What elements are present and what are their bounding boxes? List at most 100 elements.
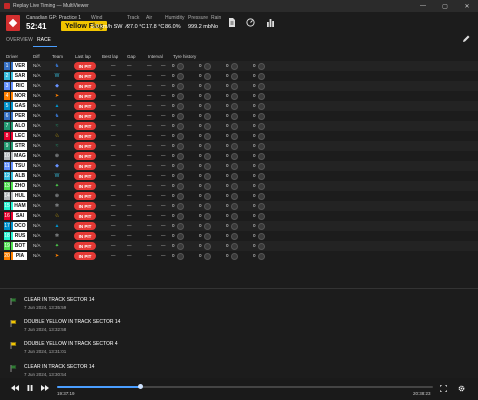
tyre-compound-icon xyxy=(177,172,184,180)
table-row[interactable]: 14 HUL N/A ⊛ IN PIT — — — — 0 0 0 0 xyxy=(0,191,478,201)
tyre-laps: 0 xyxy=(172,223,175,228)
table-row[interactable]: 20 PIA N/A ➤ IN PIT — — — — 0 0 0 0 xyxy=(0,251,478,261)
view-tabs: OVERVIEW RACE xyxy=(0,34,478,48)
document-icon[interactable] xyxy=(227,17,237,27)
tyre-laps: 0 xyxy=(253,133,256,138)
tyre-compound-icon xyxy=(204,242,211,250)
tyre-laps: 0 xyxy=(172,233,175,238)
tyre-laps: 0 xyxy=(172,143,175,148)
pause-button[interactable] xyxy=(27,385,33,393)
message-text: DOUBLE YELLOW IN TRACK SECTOR 14 xyxy=(24,319,121,325)
last-lap-value: — xyxy=(111,213,116,218)
tyre-laps: 0 xyxy=(172,173,175,178)
race-control-message: CLEAR IN TRACK SECTOR 14 7 Jun 2024, 13:… xyxy=(10,297,450,319)
tyre-laps: 0 xyxy=(226,83,229,88)
tyre-laps: 0 xyxy=(199,143,202,148)
track-label: Track xyxy=(127,15,140,21)
table-row[interactable]: 19 BOT N/A ✦ IN PIT — — — — 0 0 0 0 xyxy=(0,241,478,251)
timeline-thumb[interactable] xyxy=(137,384,143,389)
rain-value: No xyxy=(211,24,219,30)
table-row[interactable]: 7 ALO N/A ≈ IN PIT — — — — 0 0 0 0 xyxy=(0,121,478,131)
driver-position: 15 xyxy=(4,202,10,210)
tyre-laps: 0 xyxy=(253,173,256,178)
minimize-button[interactable]: — xyxy=(412,0,434,12)
close-button[interactable]: ✕ xyxy=(456,0,478,12)
table-row[interactable]: 8 LEC N/A ♘ IN PIT — — — — 0 0 0 0 xyxy=(0,131,478,141)
gap-value: — xyxy=(147,103,152,108)
pressure-value: 999.2 mb xyxy=(188,24,211,30)
tab-overview[interactable]: OVERVIEW xyxy=(6,37,33,43)
maximize-button[interactable]: ▢ xyxy=(434,0,456,12)
driver-code: RIC xyxy=(11,82,27,90)
table-row[interactable]: 5 GAS N/A ▲ IN PIT — — — — 0 0 0 0 xyxy=(0,101,478,111)
tyre-compound-icon xyxy=(204,82,211,90)
last-lap-value: — xyxy=(111,253,116,258)
table-row[interactable]: 12 ALB N/A W IN PIT — — — — 0 0 0 0 xyxy=(0,171,478,181)
last-lap-value: — xyxy=(111,243,116,248)
tyre-laps: 0 xyxy=(172,193,175,198)
gap-value: — xyxy=(147,83,152,88)
tyre-laps: 0 xyxy=(226,233,229,238)
tyre-laps: 0 xyxy=(172,183,175,188)
timing-table: Driver Diff Team Last lap Best lap Gap I… xyxy=(0,50,478,261)
in-pit-badge: IN PIT xyxy=(74,132,96,140)
gap-value: — xyxy=(147,173,152,178)
tyre-laps: 0 xyxy=(253,123,256,128)
flag-icon xyxy=(10,365,17,372)
driver-code: ALB xyxy=(11,172,27,180)
edit-icon[interactable] xyxy=(462,35,470,45)
tyre-compound-icon xyxy=(231,162,238,170)
tyre-laps: 0 xyxy=(199,73,202,78)
tyre-laps: 0 xyxy=(226,223,229,228)
wind-value: 5.0 km/h SW ↗ xyxy=(91,24,129,30)
table-row[interactable]: 9 STR N/A ≈ IN PIT — — — — 0 0 0 0 xyxy=(0,141,478,151)
diff-value: N/A xyxy=(33,63,41,68)
table-row[interactable]: 11 TSU N/A ◆ IN PIT — — — — 0 0 0 0 xyxy=(0,161,478,171)
tyre-laps: 0 xyxy=(172,103,175,108)
table-row[interactable]: 17 OCO N/A ▲ IN PIT — — — — 0 0 0 0 xyxy=(0,221,478,231)
table-row[interactable]: 18 RUS N/A ✲ IN PIT — — — — 0 0 0 0 xyxy=(0,231,478,241)
table-row[interactable]: 13 ZHO N/A ✦ IN PIT — — — — 0 0 0 0 xyxy=(0,181,478,191)
fast-forward-button[interactable] xyxy=(41,385,49,393)
table-row[interactable]: 1 VER N/A ♞ IN PIT — — — — 0 0 0 0 xyxy=(0,61,478,71)
table-row[interactable]: 6 PER N/A ♞ IN PIT — — — — 0 0 0 0 xyxy=(0,111,478,121)
speedometer-icon[interactable] xyxy=(245,17,255,27)
timeline-scrubber[interactable] xyxy=(57,384,433,389)
tyre-laps: 0 xyxy=(226,193,229,198)
table-row[interactable]: 4 NOR N/A ➤ IN PIT — — — — 0 0 0 0 xyxy=(0,91,478,101)
tyre-compound-icon xyxy=(231,232,238,240)
tyre-laps: 0 xyxy=(253,253,256,258)
fullscreen-icon[interactable] xyxy=(439,384,448,394)
flag-icon xyxy=(10,320,17,327)
canada-flag-icon xyxy=(6,15,20,31)
table-row[interactable]: 10 MAG N/A ⊛ IN PIT — — — — 0 0 0 0 xyxy=(0,151,478,161)
tyre-compound-icon xyxy=(231,152,238,160)
rewind-button[interactable] xyxy=(11,385,19,393)
table-row[interactable]: 3 RIC N/A ◆ IN PIT — — — — 0 0 0 0 xyxy=(0,81,478,91)
table-row[interactable]: 15 HAM N/A ✲ IN PIT — — — — 0 0 0 0 xyxy=(0,201,478,211)
driver-position: 2 xyxy=(4,72,10,80)
table-row[interactable]: 16 SAI N/A ♘ IN PIT — — — — 0 0 0 0 xyxy=(0,211,478,221)
driver-position: 12 xyxy=(4,172,10,180)
settings-gear-icon[interactable] xyxy=(458,385,465,394)
tyre-compound-icon xyxy=(177,82,184,90)
interval-value: — xyxy=(161,183,166,188)
interval-value: — xyxy=(161,213,166,218)
driver-code: ZHO xyxy=(11,182,27,190)
team-logo-icon: ◆ xyxy=(55,83,59,89)
gap-value: — xyxy=(147,253,152,258)
best-lap-value: — xyxy=(127,203,132,208)
driver-position: 10 xyxy=(4,152,10,160)
last-lap-value: — xyxy=(111,83,116,88)
table-row[interactable]: 2 SAR N/A W IN PIT — — — — 0 0 0 0 xyxy=(0,71,478,81)
team-logo-icon: ➤ xyxy=(54,93,60,99)
diff-value: N/A xyxy=(33,113,41,118)
bar-chart-icon[interactable] xyxy=(265,17,275,27)
col-tyre-history: Tyre history xyxy=(173,54,197,59)
last-lap-value: — xyxy=(111,183,116,188)
tyre-compound-icon xyxy=(177,212,184,220)
tab-race[interactable]: RACE xyxy=(37,37,51,43)
tyre-compound-icon xyxy=(177,192,184,200)
tyre-compound-icon xyxy=(177,132,184,140)
in-pit-badge: IN PIT xyxy=(74,92,96,100)
